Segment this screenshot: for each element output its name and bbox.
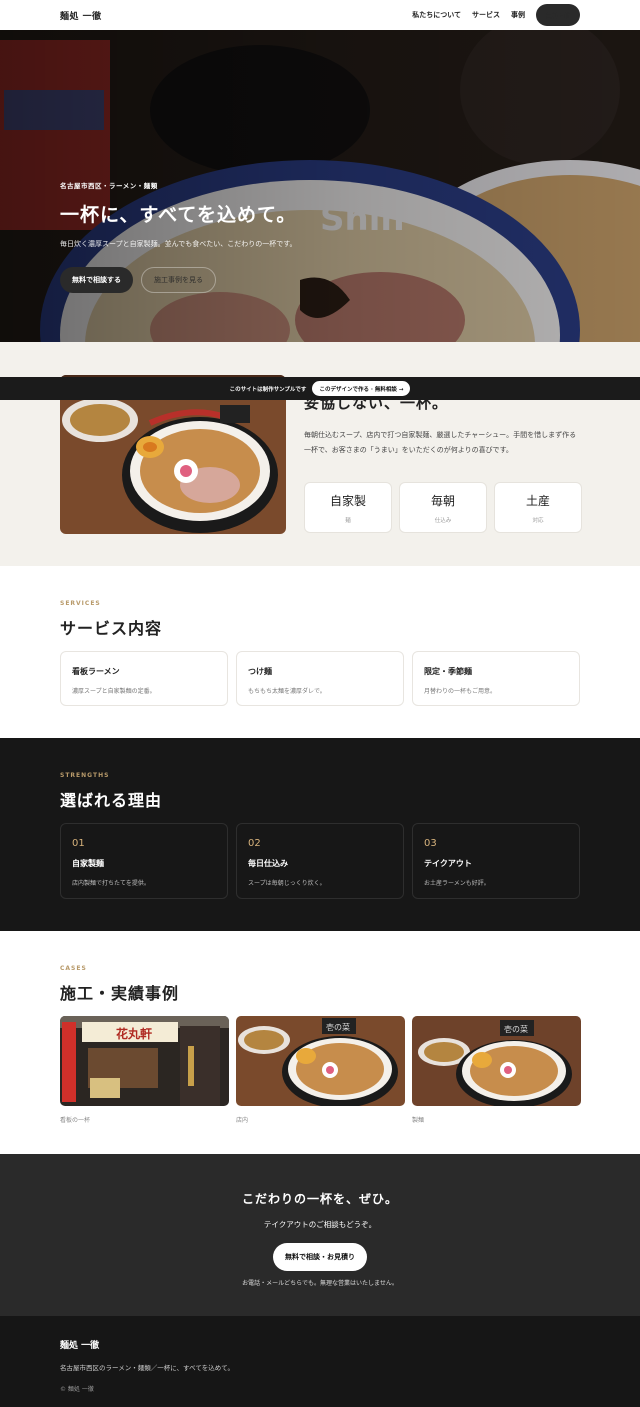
- stat-value: 土産: [525, 493, 550, 508]
- sample-banner-button[interactable]: このデザインで作る · 無料相談 →: [312, 381, 411, 396]
- nav-link-services[interactable]: サービス: [472, 10, 500, 20]
- service-desc: 月替わりの一杯もご用意。: [424, 688, 497, 695]
- stat-label: 麺: [345, 517, 351, 524]
- strengths-title: 選ばれる理由: [60, 791, 163, 810]
- hero-content: 名古屋市西区・ラーメン・麺類 一杯に、すべてを込めて。 毎日炊く濃厚スープと自家…: [60, 180, 297, 293]
- strength-name: 毎日仕込み: [248, 859, 288, 868]
- header-cta-button[interactable]: 無料相談: [536, 4, 580, 26]
- services-title: サービス内容: [60, 619, 163, 638]
- strengths-eyebrow: STRENGTHS: [60, 772, 110, 779]
- cases-section: CASES 施工・実績事例 花丸軒 看板の一杯 壱の菜 店内 壱の菜 製麺: [0, 931, 640, 1154]
- stat-card: 毎朝 仕込み: [399, 482, 487, 533]
- strength-name: テイクアウト: [424, 859, 472, 868]
- footer-logo: 麺処 一徹: [60, 1341, 100, 1351]
- footer-copyright: © 麺処 一徹: [60, 1386, 94, 1393]
- cta-section: こだわりの一杯を、ぜひ。 テイクアウトのご相談もどうぞ。 無料で相談・お見積り …: [0, 1154, 640, 1316]
- cases-eyebrow: CASES: [60, 965, 87, 972]
- hero-title: 一杯に、すべてを込めて。: [60, 204, 297, 226]
- services-section: SERVICES サービス内容 看板ラーメン 濃厚スープと自家製麺の定番。 つけ…: [0, 566, 640, 738]
- hero-subtitle: 毎日炊く濃厚スープと自家製麺。並んでも食べたい、こだわりの一杯です。: [60, 240, 297, 248]
- nav-link-cases[interactable]: 事例: [511, 10, 525, 20]
- case-noodle-photo: 壱の菜: [412, 1016, 581, 1108]
- footer-description: 名古屋市西区のラーメン・麺類／一杯に、すべてを込めて。: [60, 1364, 235, 1372]
- hero-cases-button[interactable]: 施工事例を見る: [141, 267, 216, 293]
- case-caption: 店内: [236, 1117, 249, 1124]
- case-ramen-photo: 壱の菜: [236, 1016, 405, 1108]
- cta-consult-button[interactable]: 無料で相談・お見積り: [273, 1243, 367, 1271]
- sample-banner-text: このサイトは制作サンプルです: [229, 386, 307, 393]
- case-sign-text: 壱の菜: [326, 1022, 350, 1032]
- case-item[interactable]: 花丸軒 看板の一杯: [60, 1016, 229, 1124]
- strength-name: 自家製麺: [72, 859, 104, 868]
- service-desc: もちもち太麺を濃厚ダレで。: [248, 688, 326, 695]
- service-name: 限定・季節麺: [424, 667, 472, 676]
- service-card: つけ麺 もちもち太麺を濃厚ダレで。: [236, 651, 404, 706]
- strength-card: 03 テイクアウト お土産ラーメンも好評。: [412, 823, 580, 899]
- strength-number: 03: [424, 838, 437, 849]
- service-name: 看板ラーメン: [72, 667, 120, 676]
- strength-card: 02 毎日仕込み スープは毎朝じっくり炊く。: [236, 823, 404, 899]
- stat-label: 対応: [532, 517, 544, 524]
- main-nav: 私たちについて サービス 事例 無料相談: [412, 4, 580, 26]
- case-caption: 製麺: [412, 1117, 425, 1124]
- cta-subtitle: テイクアウトのご相談もどうぞ。: [263, 1220, 377, 1229]
- sample-banner: このサイトは制作サンプルです このデザインで作る · 無料相談 →: [0, 377, 640, 400]
- stat-card: 自家製 麺: [304, 482, 392, 533]
- hero-section: Shin 名古屋市西区・ラーメン・麺類 一杯に、すべてを込めて。 毎日炊く濃厚ス…: [0, 30, 640, 342]
- strength-number: 01: [72, 838, 85, 849]
- hero-eyebrow: 名古屋市西区・ラーメン・麺類: [60, 182, 158, 190]
- strengths-cards: 01 自家製麺 店内製麺で打ちたてを提供。 02 毎日仕込み スープは毎朝じっく…: [60, 823, 580, 899]
- case-item[interactable]: 壱の菜 店内: [236, 1016, 405, 1124]
- strength-number: 02: [248, 838, 261, 849]
- case-sign-text: 壱の菜: [504, 1024, 528, 1034]
- cta-title: こだわりの一杯を、ぜひ。: [241, 1192, 398, 1206]
- cases-heading: CASES 施工・実績事例: [60, 965, 179, 1004]
- case-caption: 看板の一杯: [60, 1117, 91, 1124]
- stat-label: 仕込み: [434, 517, 452, 524]
- service-name: つけ麺: [248, 667, 272, 676]
- service-desc: 濃厚スープと自家製麺の定番。: [72, 688, 156, 695]
- services-cards: 看板ラーメン 濃厚スープと自家製麺の定番。 つけ麺 もちもち太麺を濃厚ダレで。 …: [60, 651, 580, 706]
- case-sign-text: 花丸軒: [116, 1026, 152, 1041]
- case-storefront-photo: 花丸軒: [60, 1016, 229, 1106]
- services-eyebrow: SERVICES: [60, 600, 101, 607]
- cases-grid: 花丸軒 看板の一杯 壱の菜 店内 壱の菜 製麺: [60, 1016, 581, 1124]
- about-body: 毎朝仕込むスープ、店内で打つ自家製麺、厳選したチャーシュー。手間を惜しまず作る一…: [304, 431, 577, 454]
- cta-note: お電話・メールどちらでも。無理な営業はいたしません。: [242, 1280, 398, 1287]
- nav-link-about[interactable]: 私たちについて: [412, 10, 461, 20]
- strengths-heading: STRENGTHS 選ばれる理由: [60, 772, 162, 811]
- strength-card: 01 自家製麺 店内製麺で打ちたてを提供。: [60, 823, 228, 899]
- hero-consult-button[interactable]: 無料で相談する: [60, 267, 133, 293]
- strength-desc: スープは毎朝じっくり炊く。: [248, 880, 326, 887]
- strength-desc: 店内製麺で打ちたてを提供。: [72, 880, 150, 887]
- site-header: 麺処 一徹 私たちについて サービス 事例 無料相談: [0, 0, 640, 30]
- service-card: 限定・季節麺 月替わりの一杯もご用意。: [412, 651, 580, 706]
- case-item[interactable]: 壱の菜 製麺: [412, 1016, 581, 1124]
- cases-title: 施工・実績事例: [60, 984, 180, 1003]
- about-stats: 自家製 麺 毎朝 仕込み 土産 対応: [304, 482, 582, 533]
- hero-buttons: 無料で相談する 施工事例を見る: [60, 267, 297, 293]
- service-card: 看板ラーメン 濃厚スープと自家製麺の定番。: [60, 651, 228, 706]
- stat-card: 土産 対応: [494, 482, 582, 533]
- site-footer: 麺処 一徹 名古屋市西区のラーメン・麺類／一杯に、すべてを込めて。 © 麺処 一…: [0, 1316, 640, 1407]
- site-logo[interactable]: 麺処 一徹: [60, 9, 102, 22]
- services-heading: SERVICES サービス内容: [60, 600, 162, 639]
- about-section: 妥協しない、一杯。 毎朝仕込むスープ、店内で打つ自家製麺、厳選したチャーシュー。…: [0, 342, 640, 566]
- strength-desc: お土産ラーメンも好評。: [424, 880, 490, 887]
- stat-value: 自家製: [329, 493, 366, 508]
- strengths-section: STRENGTHS 選ばれる理由 01 自家製麺 店内製麺で打ちたてを提供。 0…: [0, 738, 640, 931]
- stat-value: 毎朝: [430, 493, 455, 508]
